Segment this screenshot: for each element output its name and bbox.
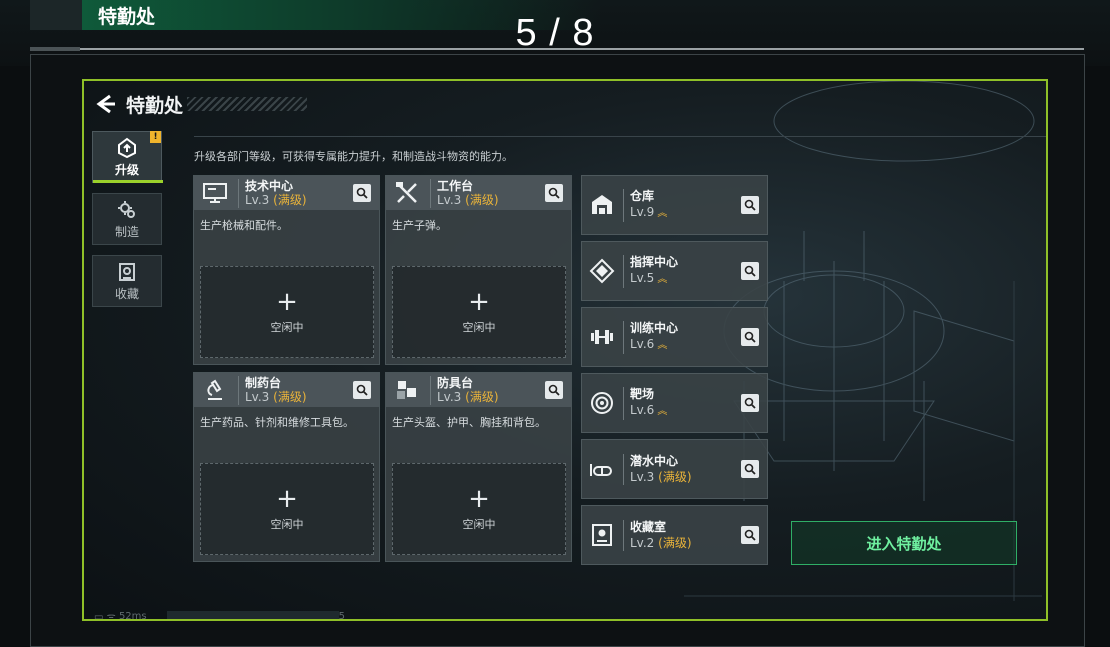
computer-icon bbox=[203, 183, 227, 203]
facility-level: Lv.3 (满级) bbox=[630, 469, 692, 484]
workshop-description: 生产枪械和配件。 bbox=[200, 219, 288, 232]
workshop-level: Lv.3 (满级) bbox=[437, 192, 499, 207]
workshop-level: Lv.3 (满级) bbox=[437, 389, 499, 404]
workshop-card-workbench[interactable]: 工作台 Lv.3 (满级) 生产子弹。 + 空闲中 bbox=[385, 175, 572, 365]
magnifier-icon[interactable] bbox=[741, 394, 759, 412]
magnifier-icon[interactable] bbox=[545, 184, 563, 202]
facility-level: Lv.2 (满级) bbox=[630, 535, 692, 550]
facility-name: 收藏室 bbox=[630, 519, 667, 534]
facility-level: Lv.9 ︽ bbox=[630, 204, 668, 219]
magnifier-icon[interactable] bbox=[741, 196, 759, 214]
target-icon bbox=[591, 392, 613, 414]
plus-icon: + bbox=[468, 287, 490, 317]
game-screen: 特勤处 ! 升级 制造 收藏 升级各部门等级，可获得专属能力提升，和制造战斗物资… bbox=[82, 79, 1048, 621]
workshop-level: Lv.3 (满级) bbox=[245, 192, 307, 207]
upgrade-chevron-icon: ︽ bbox=[657, 273, 668, 285]
workshop-description: 生产药品、针剂和维修工具包。 bbox=[200, 416, 354, 429]
screen-title: 特勤处 bbox=[126, 94, 184, 117]
facility-level: Lv.6 ︽ bbox=[630, 336, 668, 351]
description-divider bbox=[194, 136, 1046, 137]
workshop-card-header: 技术中心 Lv.3 (满级) bbox=[194, 176, 379, 210]
magnifier-icon[interactable] bbox=[741, 262, 759, 280]
workshop-name: 技术中心 bbox=[245, 178, 294, 193]
plus-icon: + bbox=[276, 287, 298, 317]
slot-status: 空闲中 bbox=[270, 518, 304, 531]
status-bar: ▭ ᯤ 52ms 5 bbox=[94, 609, 345, 621]
facility-card-collection-room[interactable]: 收藏室 Lv.2 (满级) bbox=[581, 505, 768, 565]
slot-status: 空闲中 bbox=[270, 321, 304, 334]
plus-icon: + bbox=[276, 484, 298, 514]
banner-divider-accent bbox=[30, 47, 80, 51]
workshop-name: 工作台 bbox=[437, 178, 474, 193]
magnifier-icon[interactable] bbox=[353, 184, 371, 202]
production-slot[interactable]: + 空闲中 bbox=[392, 266, 566, 358]
magnifier-icon[interactable] bbox=[741, 328, 759, 346]
production-slot[interactable]: + 空闲中 bbox=[200, 463, 374, 555]
plus-icon: + bbox=[468, 484, 490, 514]
collection-room-icon bbox=[592, 524, 612, 546]
back-arrow-icon[interactable] bbox=[94, 92, 118, 116]
facility-name: 指挥中心 bbox=[630, 254, 679, 269]
workshop-level: Lv.3 (满级) bbox=[245, 389, 307, 404]
magnifier-icon[interactable] bbox=[545, 381, 563, 399]
tab-alert-badge: ! bbox=[150, 131, 161, 143]
slot-status: 空闲中 bbox=[462, 321, 496, 334]
facility-card-diving-center[interactable]: 潜水中心 Lv.3 (满级) bbox=[581, 439, 768, 499]
production-slot[interactable]: + 空闲中 bbox=[392, 463, 566, 555]
banner-divider bbox=[30, 48, 1084, 50]
armor-icon bbox=[397, 381, 416, 399]
workshop-card-pharmacy[interactable]: 制药台 Lv.3 (满级) 生产药品、针剂和维修工具包。 + 空闲中 bbox=[193, 372, 380, 562]
microscope-icon bbox=[207, 379, 222, 400]
dumbbell-icon bbox=[591, 330, 613, 344]
ping-readout: 52ms bbox=[118, 610, 147, 621]
tab-upgrade[interactable]: ! 升级 bbox=[92, 131, 163, 183]
workshop-card-header: 制药台 Lv.3 (满级) bbox=[194, 373, 379, 407]
upgrade-chevron-icon: ︽ bbox=[657, 339, 668, 351]
magnifier-icon[interactable] bbox=[353, 381, 371, 399]
screen-header: 特勤处 bbox=[94, 91, 308, 117]
upgrade-chevron-icon: ︽ bbox=[657, 207, 668, 219]
facility-level: Lv.6 ︽ bbox=[630, 402, 668, 417]
workshop-name: 防具台 bbox=[437, 375, 474, 390]
collection-icon bbox=[119, 262, 135, 281]
enter-special-ops-button[interactable]: 进入特勤处 bbox=[791, 521, 1017, 565]
warehouse-icon bbox=[592, 195, 612, 214]
title-hatch-decoration bbox=[187, 97, 308, 111]
tab-craft-label: 制造 bbox=[114, 224, 139, 239]
facility-name: 靶场 bbox=[630, 386, 655, 401]
workshop-description: 生产子弹。 bbox=[392, 219, 447, 232]
diving-icon bbox=[590, 464, 612, 476]
tab-collection[interactable]: 收藏 bbox=[92, 255, 162, 307]
page-description: 升级各部门等级，可获得专属能力提升，和制造战斗物资的能力。 bbox=[194, 150, 513, 163]
facility-card-command-center[interactable]: 指挥中心 Lv.5 ︽ bbox=[581, 241, 768, 301]
upgrade-icon bbox=[118, 137, 136, 158]
status-progress-bar bbox=[166, 611, 339, 619]
magnifier-icon[interactable] bbox=[741, 460, 759, 478]
tab-craft[interactable]: 制造 bbox=[92, 193, 162, 245]
facility-card-shooting-range[interactable]: 靶场 Lv.6 ︽ bbox=[581, 373, 768, 433]
facility-card-training-center[interactable]: 训练中心 Lv.6 ︽ bbox=[581, 307, 768, 367]
magnifier-icon[interactable] bbox=[741, 526, 759, 544]
facility-name: 仓库 bbox=[630, 188, 655, 203]
facility-name: 训练中心 bbox=[630, 320, 679, 335]
tab-collection-label: 收藏 bbox=[114, 286, 139, 301]
facility-card-warehouse[interactable]: 仓库 Lv.9 ︽ bbox=[581, 175, 768, 235]
tab-upgrade-label: 升级 bbox=[114, 162, 139, 177]
workshop-card-tech-center[interactable]: 技术中心 Lv.3 (满级) 生产枪械和配件。 + 空闲中 bbox=[193, 175, 380, 365]
facility-level: Lv.5 ︽ bbox=[630, 270, 668, 285]
status-extra: 5 bbox=[338, 610, 345, 621]
workshop-description: 生产头盔、护甲、胸挂和背包。 bbox=[392, 416, 546, 429]
workshop-card-header: 工作台 Lv.3 (满级) bbox=[386, 176, 571, 210]
slot-status: 空闲中 bbox=[462, 518, 496, 531]
workshop-card-armor[interactable]: 防具台 Lv.3 (满级) 生产头盔、护甲、胸挂和背包。 + 空闲中 bbox=[385, 372, 572, 562]
wifi-icon: ▭ ᯤ bbox=[94, 612, 119, 621]
command-icon bbox=[589, 258, 615, 284]
upgrade-chevron-icon: ︽ bbox=[657, 405, 668, 417]
facility-name: 潜水中心 bbox=[630, 453, 679, 468]
gears-icon bbox=[118, 200, 135, 218]
workshop-card-header: 防具台 Lv.3 (满级) bbox=[386, 373, 571, 407]
tools-icon bbox=[396, 182, 417, 203]
production-slot[interactable]: + 空闲中 bbox=[200, 266, 374, 358]
workshop-name: 制药台 bbox=[245, 375, 282, 390]
